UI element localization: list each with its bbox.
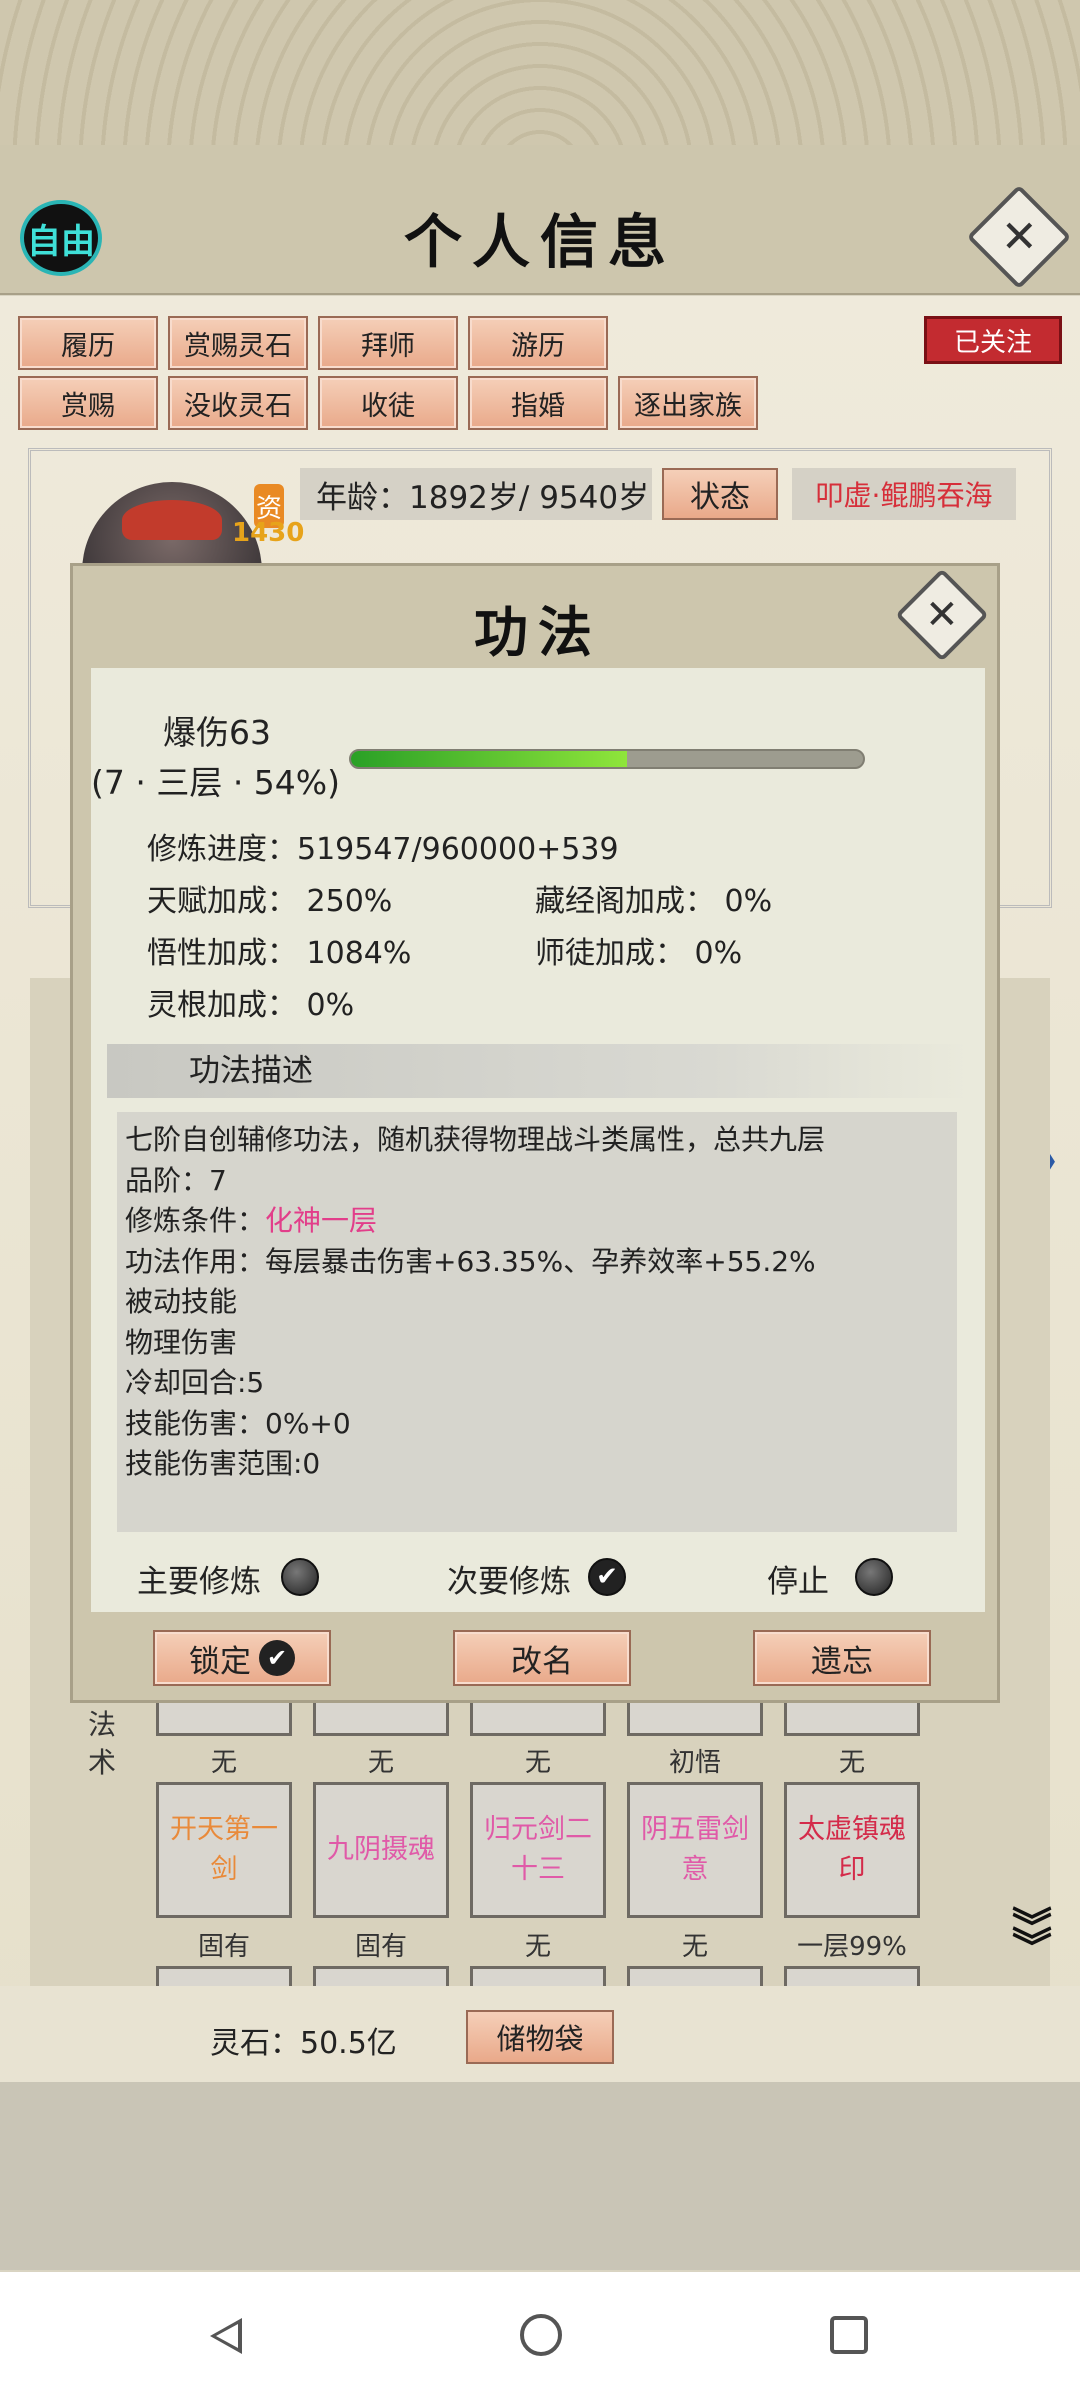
action-button-arrange-marriage[interactable]: 指婚 [468,376,608,430]
desc-line: 品阶：7 [125,1163,227,1197]
top-decor-band [0,0,1080,145]
realm-label: 叩虚·鲲鹏吞海 [792,468,1016,520]
description-header: 功法描述 [107,1044,971,1098]
recent-apps-icon[interactable] [830,2316,868,2354]
skill-caption: 无 [210,1748,237,1778]
action-button-expel[interactable]: 逐出家族 [618,376,758,430]
skill-cell[interactable]: 太虚镇魂印 [784,1782,920,1918]
action-button-reward-stones[interactable]: 赏赐灵石 [168,316,308,370]
desc-line: 技能伤害：0%+0 [125,1406,351,1440]
skill-cell[interactable]: 阴五雷剑意 [627,1782,763,1918]
desc-line: 修炼条件：化神一层 [125,1201,949,1242]
action-button-resume[interactable]: 履历 [18,316,158,370]
back-icon[interactable] [210,2318,242,2354]
desc-line: 被动技能 [125,1285,238,1318]
close-icon: ✕ [925,591,959,638]
modal-title: 功法 [474,600,602,664]
skill-caption: 固有 [197,1932,250,1962]
skill-slot-top[interactable] [784,1700,920,1736]
technique-level: (7 · 三层 · 54%) [91,763,341,802]
skill-cell[interactable]: 开天第一剑 [156,1782,292,1918]
root-bonus: 灵根加成： 0% [147,988,355,1023]
skill-caption: 无 [524,1932,551,1962]
secondary-cultivation-label: 次要修炼 [447,1564,571,1600]
down-chevrons-icon[interactable]: ︾ ︾ [1012,1908,1052,1968]
age-text: 年龄：1892岁/ 9540岁 [300,468,652,520]
desc-line: 技能伤害范围:0 [125,1447,321,1480]
skill-caption: 一层99% [797,1932,907,1962]
skill-caption: 固有 [354,1932,407,1962]
stop-radio[interactable] [855,1558,893,1596]
main-cultivation-radio[interactable] [281,1558,319,1596]
skill-caption: 无 [838,1748,865,1778]
desc-line: 物理伤害 [125,1325,238,1359]
close-icon: ✕ [1000,211,1038,262]
check-icon: ✔ [259,1640,295,1676]
desc-condition-label: 修炼条件： [125,1204,266,1237]
followed-badge[interactable]: 已关注 [924,316,1062,364]
cultivation-progress-bar [349,749,865,769]
action-button-confiscate-stones[interactable]: 没收灵石 [168,376,308,430]
rename-button[interactable]: 改名 [453,1630,631,1686]
action-button-take-disciple[interactable]: 收徒 [318,376,458,430]
action-button-travel[interactable]: 游历 [468,316,608,370]
action-button-reward[interactable]: 赏赐 [18,376,158,430]
progress-fill [351,751,628,767]
desc-line: 冷却回合:5 [125,1366,265,1399]
technique-name: 爆伤63 [163,713,271,752]
skill-cell[interactable]: 归元剑二十三 [470,1782,606,1918]
skill-cell[interactable]: 九阴摄魂 [313,1782,449,1918]
storage-bag-button[interactable]: 储物袋 [466,2010,614,2064]
skill-slot-top[interactable] [627,1700,763,1736]
skill-slot-bottom[interactable] [470,1966,606,1986]
desc-line: 功法作用：每层暴击伤害+63.35%、孕养效率+55.2% [125,1244,816,1278]
desc-condition-value: 化神一层 [265,1204,378,1237]
skill-slot-top[interactable] [313,1700,449,1736]
forget-button[interactable]: 遗忘 [753,1630,931,1686]
description-box: 七阶自创辅修功法，随机获得物理战斗类属性，总共九层 品阶：7 修炼条件：化神一层… [117,1112,957,1532]
skill-slot-bottom[interactable] [784,1966,920,1986]
skill-slot-bottom[interactable] [627,1966,763,1986]
stop-label: 停止 [767,1564,829,1600]
desc-line: 七阶自创辅修功法，随机获得物理战斗类属性，总共九层 [125,1123,826,1156]
lock-label: 锁定 [189,1643,251,1680]
technique-modal: 功法 ✕ 爆伤63 (7 · 三层 · 54%) 修炼进度：519547/960… [70,563,1000,1703]
secondary-cultivation-radio[interactable]: ✔ [588,1558,626,1596]
skill-slot-bottom[interactable] [156,1966,292,1986]
status-button[interactable]: 状态 [662,468,778,520]
page-title: 个人信息 [403,208,676,276]
skill-caption: 无 [681,1932,708,1962]
skill-slot-top[interactable] [470,1700,606,1736]
skill-slot-top[interactable] [156,1700,292,1736]
skill-caption: 无 [524,1748,551,1778]
home-icon[interactable] [520,2314,562,2356]
insight-bonus: 悟性加成： 1084% [147,936,412,971]
master-bonus: 师徒加成： 0% [535,936,743,971]
library-bonus: 藏经阁加成： 0% [535,884,773,919]
skill-caption: 无 [367,1748,394,1778]
main-cultivation-label: 主要修炼 [137,1564,261,1600]
skill-caption: 初悟 [668,1748,721,1778]
spells-label: 法术 [88,1708,117,1779]
resource-value: 1430 [232,518,305,548]
action-button-apprentice[interactable]: 拜师 [318,316,458,370]
footer-area [0,2082,1080,2270]
spirit-stones-total: 灵石：50.5亿 [210,2026,397,2061]
talent-bonus: 天赋加成： 250% [147,884,393,919]
lock-button[interactable]: 锁定 ✔ [153,1630,331,1686]
skill-slot-bottom[interactable] [313,1966,449,1986]
check-icon: ✔ [596,1562,618,1592]
cultivation-progress: 修炼进度：519547/960000+539 [147,832,619,867]
